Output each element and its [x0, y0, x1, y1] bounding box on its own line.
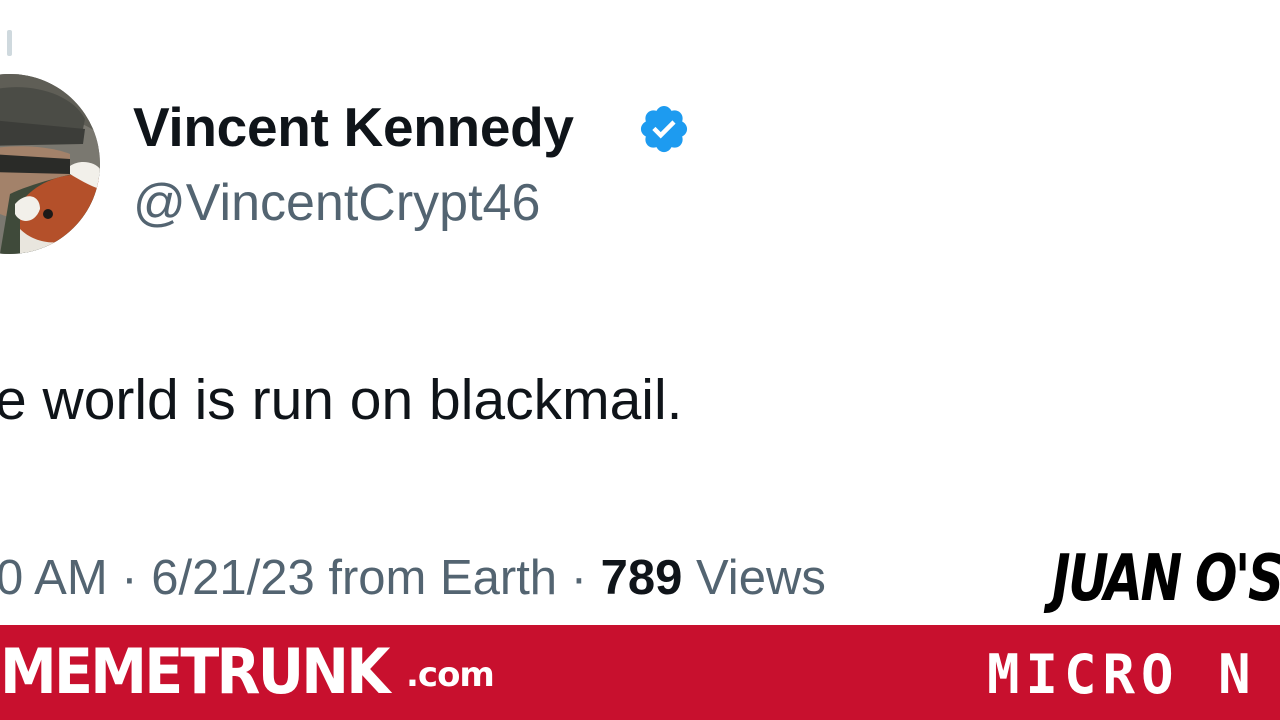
- meta-separator: ·: [557, 551, 601, 605]
- avatar-image: [0, 74, 100, 254]
- views-count: 789: [600, 551, 683, 605]
- bottom-banner: MEMETRUNK .com MICRO N: [0, 622, 1280, 720]
- tweet-time[interactable]: 0 AM: [0, 551, 108, 605]
- brand-name: MEMETRUNK: [0, 635, 390, 708]
- display-name[interactable]: Vincent Kennedy: [133, 95, 574, 159]
- tweet-text: e world is run on blackmail.: [0, 368, 683, 432]
- verified-badge-icon: [640, 105, 688, 153]
- video-frame: Vincent Kennedy @VincentCrypt46 e world …: [0, 0, 1280, 720]
- views-label: Views: [682, 551, 826, 605]
- corner-watermark: JUAN O'S: [1052, 542, 1280, 616]
- banner-right-text: MICRO N: [987, 643, 1257, 706]
- tweet-source: from Earth: [314, 551, 558, 605]
- edge-mark: [7, 30, 12, 56]
- user-handle[interactable]: @VincentCrypt46: [133, 173, 540, 233]
- tweet-meta: 0 AM · 6/21/23 from Earth · 789 Views: [0, 550, 826, 606]
- brand-logo[interactable]: MEMETRUNK: [0, 635, 421, 708]
- brand-tld: .com: [406, 655, 495, 695]
- tweet-date[interactable]: 6/21/23: [151, 551, 315, 605]
- profile-avatar[interactable]: [0, 74, 100, 254]
- meta-separator: ·: [107, 551, 152, 605]
